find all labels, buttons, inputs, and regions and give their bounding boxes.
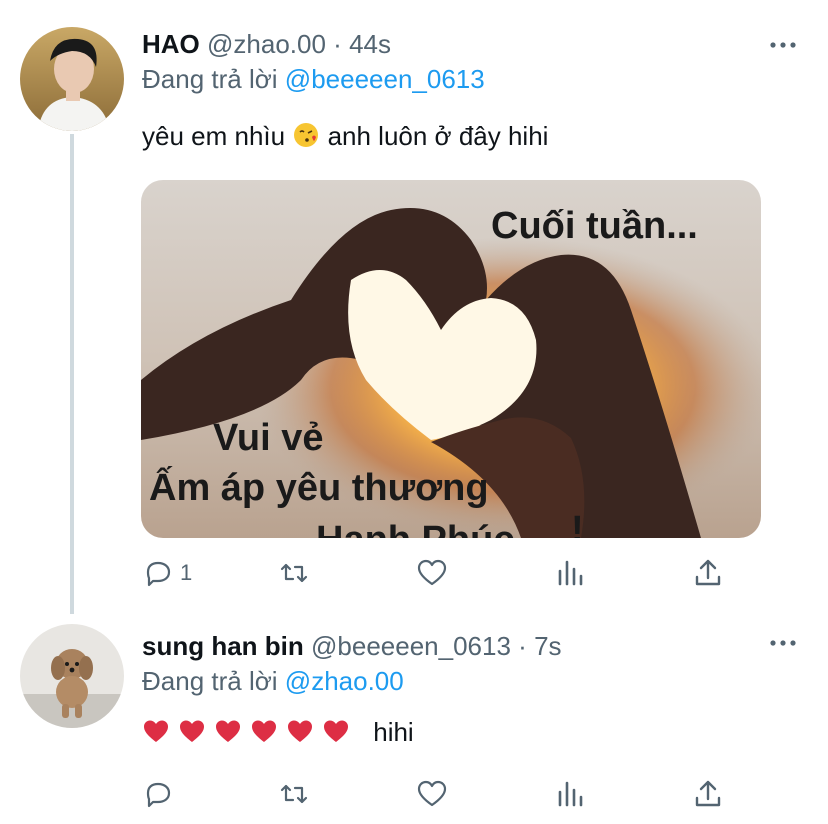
tweet-text: hihi xyxy=(142,716,414,752)
heart-emojis xyxy=(142,717,358,747)
tweet-actions: 1 xyxy=(142,555,762,591)
timestamp[interactable]: 7s xyxy=(534,631,561,661)
analytics-button[interactable] xyxy=(554,555,586,591)
red-heart-emoji xyxy=(286,717,314,752)
replying-to-label: Đang trả lời xyxy=(142,64,278,94)
user-handle[interactable]: @beeeeen_0613 xyxy=(311,631,511,661)
image-caption-line4: Hanh Phúc xyxy=(316,519,514,538)
separator: · xyxy=(333,29,342,59)
more-icon[interactable] xyxy=(768,30,798,60)
user-handle[interactable]: @zhao.00 xyxy=(207,29,326,59)
tweet-hao[interactable]: HAO @zhao.00 · 44s Đang trả lời @beeeeen… xyxy=(0,0,828,614)
more-icon[interactable] xyxy=(768,628,798,658)
replying-to-mention[interactable]: @zhao.00 xyxy=(285,666,404,696)
retweet-button[interactable] xyxy=(278,776,310,812)
share-icon xyxy=(695,780,721,807)
share-icon xyxy=(695,559,721,586)
tweet-header: HAO @zhao.00 · 44s xyxy=(142,28,391,60)
like-icon xyxy=(417,780,447,807)
separator: · xyxy=(518,631,527,661)
reply-icon xyxy=(146,561,171,587)
tweet-actions xyxy=(142,776,762,812)
tweet-image[interactable]: Cuối tuần... Vui vẻ Ấm áp yêu thương Han… xyxy=(141,180,761,538)
kissing-emoji xyxy=(292,121,320,156)
tweet-text-part: hihi xyxy=(373,717,414,747)
tweet-text-part2: anh luôn ở đây hihi xyxy=(327,121,549,151)
tweet-text: yêu em nhìu anh luôn ở đây hihi xyxy=(142,120,548,156)
share-button[interactable] xyxy=(692,555,724,591)
like-button[interactable] xyxy=(416,555,448,591)
image-caption-bang: ! xyxy=(571,509,584,538)
analytics-icon xyxy=(558,560,583,586)
share-button[interactable] xyxy=(692,776,724,812)
analytics-button[interactable] xyxy=(554,776,586,812)
tweet-text-part1: yêu em nhìu xyxy=(142,121,286,151)
red-heart-emoji xyxy=(178,717,206,752)
timestamp[interactable]: 44s xyxy=(349,29,391,59)
display-name[interactable]: HAO xyxy=(142,29,200,59)
image-caption-line2: Vui vẻ xyxy=(213,417,324,459)
thread-line xyxy=(70,134,74,614)
reply-count: 1 xyxy=(180,560,193,585)
red-heart-emoji xyxy=(250,717,278,752)
reply-button[interactable] xyxy=(142,776,174,812)
retweet-icon xyxy=(280,563,308,583)
reply-button[interactable]: 1 xyxy=(142,555,192,591)
like-icon xyxy=(417,559,447,586)
tweet-sung-han-bin[interactable]: sung han bin @beeeeen_0613 · 7s Đang trả… xyxy=(0,606,828,824)
avatar-sung-han-bin[interactable] xyxy=(20,624,124,728)
replying-to: Đang trả lời @zhao.00 xyxy=(142,665,404,697)
analytics-icon xyxy=(558,781,583,807)
retweet-icon xyxy=(280,784,308,804)
red-heart-emoji xyxy=(322,717,350,752)
display-name[interactable]: sung han bin xyxy=(142,631,304,661)
image-caption-line1: Cuối tuần... xyxy=(491,205,698,247)
tweet-header: sung han bin @beeeeen_0613 · 7s xyxy=(142,630,562,662)
replying-to-label: Đang trả lời xyxy=(142,666,278,696)
like-button[interactable] xyxy=(416,776,448,812)
replying-to: Đang trả lời @beeeeen_0613 xyxy=(142,63,485,95)
replying-to-mention[interactable]: @beeeeen_0613 xyxy=(285,64,485,94)
avatar-hao[interactable] xyxy=(20,27,124,131)
red-heart-emoji xyxy=(214,717,242,752)
red-heart-emoji xyxy=(142,717,170,752)
reply-icon xyxy=(146,782,171,808)
retweet-button[interactable] xyxy=(278,555,310,591)
image-caption-line3: Ấm áp yêu thương xyxy=(149,465,489,509)
